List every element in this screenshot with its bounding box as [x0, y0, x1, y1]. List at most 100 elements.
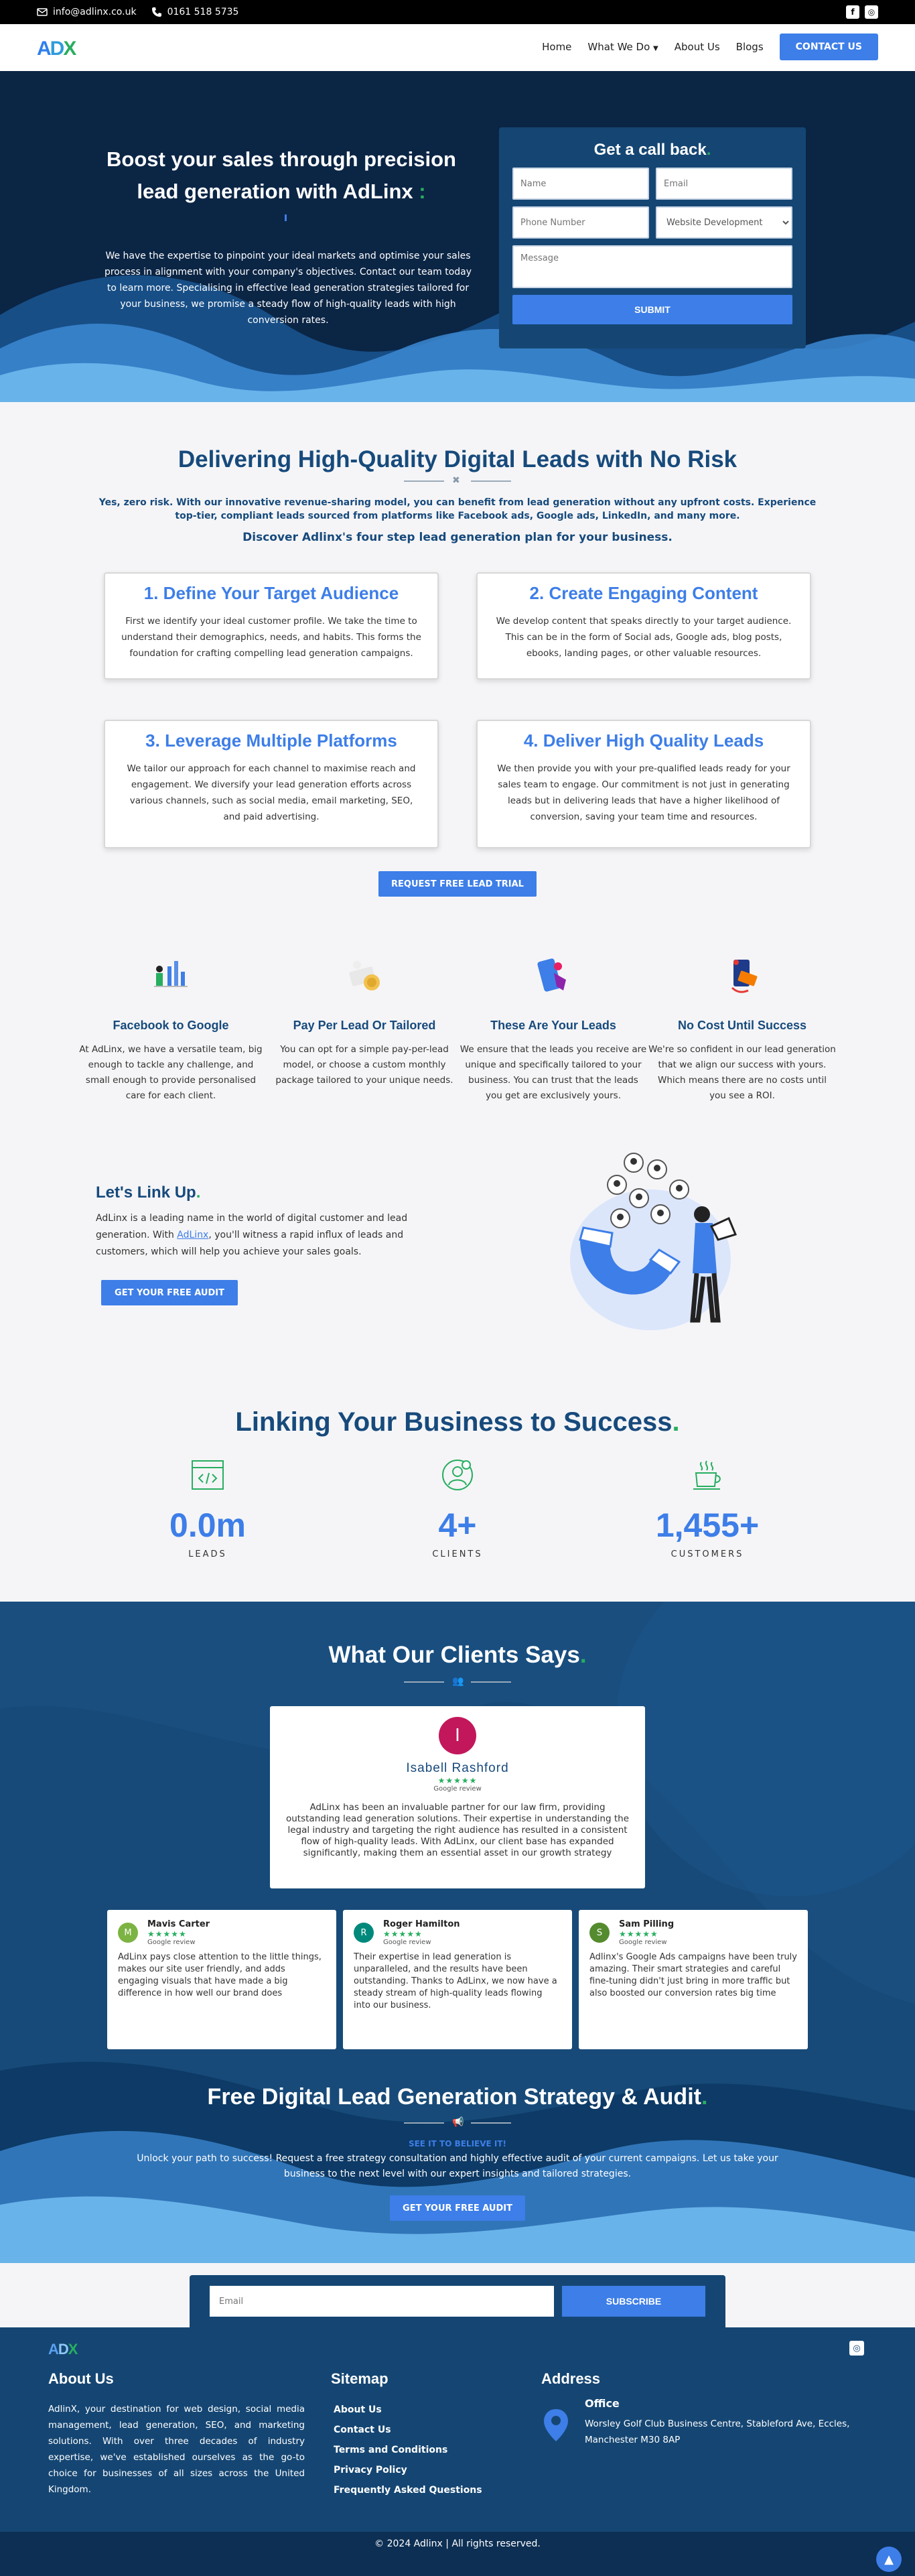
email-text[interactable]: info@adlinx.co.uk	[53, 7, 137, 17]
magnet-illustration	[570, 1153, 737, 1330]
stat-customers: 1,455+ CUSTOMERS	[607, 1457, 808, 1559]
megaphone-icon: 📢	[452, 2117, 464, 2128]
stat-clients-value: 4+	[438, 1506, 477, 1544]
avatar: M	[118, 1923, 138, 1943]
footer-link-privacy[interactable]: Privacy Policy	[334, 2460, 482, 2480]
leads-title: Delivering High-Quality Digital Leads wi…	[178, 446, 737, 472]
step-title-4: 4. Deliver High Quality Leads	[523, 730, 764, 751]
featured-review-card: I Isabell Rashford ★★★★★ Google review A…	[270, 1706, 645, 1888]
coffee-cup-icon	[693, 1460, 721, 1490]
stat-customers-value: 1,455+	[655, 1506, 760, 1544]
see-it-label: SEE IT TO BELIEVE IT!	[408, 2139, 507, 2148]
nav-item-about-us[interactable]: About Us	[675, 41, 720, 53]
stat-leads-value: 0.0m	[169, 1506, 246, 1544]
code-window-icon	[192, 1460, 224, 1490]
footer-link-contact[interactable]: Contact Us	[334, 2420, 482, 2440]
feature-title-4: No Cost Until Success	[677, 1019, 807, 1032]
money-icon	[349, 961, 380, 990]
review-source: Google review	[433, 1785, 482, 1793]
footer-link-about[interactable]: About Us	[334, 2400, 482, 2420]
callback-title-dot: .	[706, 141, 711, 159]
phone-field[interactable]	[512, 206, 649, 239]
stat-clients-label: CLIENTS	[432, 1549, 483, 1559]
stat-customers-label: CUSTOMERS	[671, 1549, 744, 1559]
get-free-audit-button[interactable]: GET YOUR FREE AUDIT	[101, 1280, 238, 1305]
name-field[interactable]	[512, 168, 649, 200]
feature-title-3: These Are Your Leads	[490, 1019, 616, 1032]
footer-link-faq[interactable]: Frequently Asked Questions	[334, 2480, 482, 2500]
success-title-text: Linking Your Business to Success	[235, 1407, 673, 1437]
leads-subtitle: Discover Adlinx's four step lead generat…	[242, 531, 673, 544]
nav-item-home[interactable]: Home	[542, 41, 571, 53]
review-text: AdLinx has been an invaluable partner fo…	[285, 1802, 630, 1858]
footer-link-terms[interactable]: Terms and Conditions	[334, 2440, 482, 2460]
phone-contact[interactable]: 0161 518 5735	[151, 7, 239, 17]
hero-title-text: Boost your sales through precision lead …	[107, 147, 456, 203]
reviewer-name: Isabell Rashford	[406, 1761, 509, 1775]
review-text: Their expertise in lead generation is un…	[354, 1952, 557, 2010]
footer-address-title: Address	[541, 2370, 601, 2387]
users-icon: 👥	[452, 1676, 464, 1687]
chevron-up-icon: ▲	[884, 2552, 894, 2567]
newsletter-email-input[interactable]	[210, 2286, 554, 2317]
instagram-icon[interactable]: ◎	[865, 5, 878, 19]
linkup-title: Let's Link Up.	[96, 1183, 200, 1202]
facebook-icon[interactable]: f	[846, 5, 859, 19]
testimonials-title: What Our Clients Says.	[0, 1642, 915, 1669]
review-card-3: S Sam Pilling ★★★★★ Google review Adlinx…	[579, 1910, 808, 2049]
phone-icon	[151, 7, 161, 17]
newsletter-bar: SUBSCRIBE	[190, 2275, 725, 2327]
main-nav: ADX Home What We Do ▼ About Us Blogs CON…	[0, 24, 915, 71]
hero-title-dot: :	[419, 180, 426, 203]
scroll-to-top-button[interactable]: ▲	[876, 2547, 902, 2572]
step-title-3: 3. Leverage Multiple Platforms	[145, 730, 397, 751]
success-title-dot: .	[672, 1407, 680, 1437]
contact-us-button[interactable]: CONTACT US	[779, 34, 878, 60]
feature-title-2: Pay Per Lead Or Tailored	[293, 1019, 436, 1032]
email-contact[interactable]: info@adlinx.co.uk	[37, 7, 137, 17]
hero-section: Boost your sales through precision lead …	[0, 71, 915, 402]
review-card-1: M Mavis Carter ★★★★★ Google review AdLin…	[107, 1910, 336, 2049]
user-badge-icon	[442, 1460, 473, 1490]
step-title-1: 1. Define Your Target Audience	[143, 583, 399, 603]
instagram-icon[interactable]: ◎	[849, 2341, 864, 2356]
feature-text-3: We ensure that the leads you receive are…	[460, 1044, 647, 1101]
step-card-1: 1. Define Your Target Audience First we …	[104, 572, 439, 680]
chevron-down-icon: ▼	[653, 45, 658, 52]
office-label: Office	[585, 2397, 620, 2410]
review-card-2: R Roger Hamilton ★★★★★ Google review The…	[343, 1910, 572, 2049]
linkup-title-dot: .	[196, 1183, 201, 1202]
success-title: Linking Your Business to Success.	[0, 1407, 915, 1437]
testimonials-divider: 👥	[404, 1676, 511, 1687]
feature-your-leads: These Are Your Leads We ensure that the …	[460, 953, 647, 1104]
star-rating: ★★★★★	[383, 1929, 423, 1939]
review-source: Google review	[147, 1939, 196, 1946]
phone-text[interactable]: 0161 518 5735	[167, 7, 239, 17]
callback-form: Get a call back. Website Development SUB…	[499, 127, 806, 348]
star-rating: ★★★★★	[437, 1776, 478, 1785]
adlinx-link[interactable]: AdLinx	[177, 1230, 208, 1240]
subscribe-button[interactable]: SUBSCRIBE	[562, 2286, 705, 2317]
step-title-2: 2. Create Engaging Content	[529, 583, 758, 603]
feature-facebook-to-google: Facebook to Google At AdLinx, we have a …	[77, 953, 265, 1104]
get-free-audit-button-2[interactable]: GET YOUR FREE AUDIT	[390, 2195, 525, 2221]
nav-item-blogs[interactable]: Blogs	[736, 41, 764, 53]
audit-title-text: Free Digital Lead Generation Strategy & …	[207, 2084, 701, 2110]
message-field[interactable]	[512, 245, 792, 288]
step-card-4: 4. Deliver High Quality Leads We then pr…	[476, 720, 811, 848]
email-field[interactable]	[656, 168, 792, 200]
footer-logo[interactable]: ADX	[48, 2341, 78, 2358]
service-select[interactable]: Website Development	[656, 206, 792, 239]
audit-text: Unlock your path to success! Request a f…	[137, 2153, 778, 2179]
reviewer-name: Mavis Carter	[147, 1919, 210, 1929]
feature-text-2: You can opt for a simple pay-per-lead mo…	[275, 1044, 453, 1086]
site-logo[interactable]: ADX	[37, 38, 76, 60]
feature-text-1: At AdLinx, we have a versatile team, big…	[79, 1044, 263, 1101]
footer-about-title: About Us	[48, 2370, 114, 2387]
nav-item-what-we-do[interactable]: What We Do ▼	[587, 41, 658, 53]
request-free-lead-trial-button[interactable]: REQUEST FREE LEAD TRIAL	[378, 871, 537, 897]
nav-item-what-we-do-label: What We Do	[587, 41, 650, 53]
submit-button[interactable]: SUBMIT	[512, 295, 792, 324]
linkup-text: AdLinx is a leading name in the world of…	[96, 1210, 411, 1261]
avatar: S	[589, 1923, 610, 1943]
